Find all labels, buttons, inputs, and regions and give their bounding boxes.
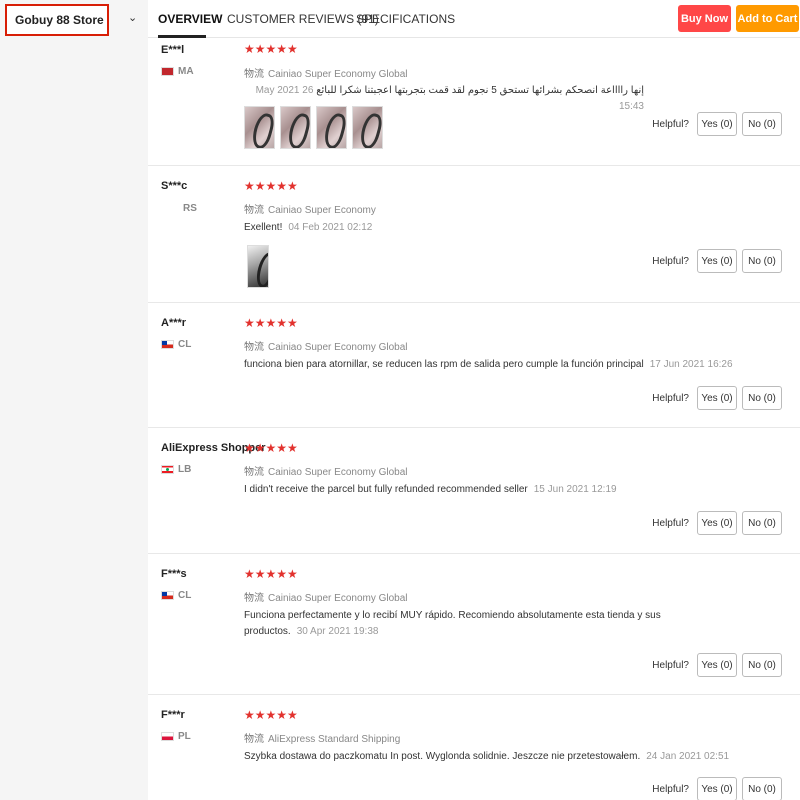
star-rating: ★★★★★: [244, 441, 298, 455]
flag-rs-icon: [161, 204, 179, 213]
review-text: funciona bien para atornillar, se reduce…: [244, 359, 733, 370]
logistics-info: 物流 Cainiao Super Economy Global: [244, 342, 408, 353]
review-text: I didn't receive the parcel but fully re…: [244, 484, 617, 495]
product-tabs-bar: OVERVIEW CUSTOMER REVIEWS (91) SPECIFICA…: [148, 0, 800, 38]
review-text: Szybka dostawa do paczkomatu In post. Wy…: [244, 751, 730, 762]
reviewer-country: RS: [161, 203, 197, 214]
helpful-yes-button[interactable]: Yes (0): [697, 653, 737, 677]
buy-now-button[interactable]: Buy Now: [678, 5, 731, 32]
reviewer-name: F***s: [161, 568, 187, 580]
helpful-label: Helpful?: [652, 783, 689, 795]
helpful-controls: Helpful? Yes (0) No (0): [652, 777, 782, 800]
store-sidebar: Gobuy 88 Store ⌄: [0, 0, 148, 800]
helpful-no-button[interactable]: No (0): [742, 653, 782, 677]
helpful-controls: Helpful? Yes (0) No (0): [652, 653, 782, 677]
reviewer-name: E***l: [161, 44, 185, 56]
helpful-yes-button[interactable]: Yes (0): [697, 386, 737, 410]
review-item: S***c RS ★★★★★ 物流 Cainiao Super Economy E…: [148, 166, 800, 303]
reviewer-country: LB: [161, 464, 191, 475]
logistics-info: 物流 Cainiao Super Economy: [244, 205, 376, 216]
review-photo[interactable]: [352, 106, 383, 149]
helpful-controls: Helpful? Yes (0) No (0): [652, 249, 782, 273]
reviewer-name: F***r: [161, 709, 185, 721]
helpful-yes-button[interactable]: Yes (0): [697, 511, 737, 535]
helpful-no-button[interactable]: No (0): [742, 249, 782, 273]
star-rating: ★★★★★: [244, 316, 298, 330]
flag-lb-icon: [161, 465, 174, 474]
flag-cl-icon: [161, 591, 174, 600]
flag-ma-icon: [161, 67, 174, 76]
star-rating: ★★★★★: [244, 42, 298, 56]
review-photo[interactable]: [316, 106, 347, 149]
helpful-no-button[interactable]: No (0): [742, 112, 782, 136]
helpful-controls: Helpful? Yes (0) No (0): [652, 511, 782, 535]
helpful-label: Helpful?: [652, 255, 689, 267]
logistics-info: 物流 AliExpress Standard Shipping: [244, 734, 401, 745]
flag-cl-icon: [161, 340, 174, 349]
star-rating: ★★★★★: [244, 567, 298, 581]
helpful-label: Helpful?: [652, 517, 689, 529]
tab-specifications[interactable]: SPECIFICATIONS: [356, 12, 455, 26]
review-item: F***r PL ★★★★★ 物流 AliExpress Standard Shi…: [148, 695, 800, 800]
helpful-no-button[interactable]: No (0): [742, 511, 782, 535]
review-item: F***s CL ★★★★★ 物流 Cainiao Super Economy G…: [148, 554, 800, 695]
review-photo[interactable]: [280, 106, 311, 149]
helpful-label: Helpful?: [652, 659, 689, 671]
store-name: Gobuy 88 Store: [15, 13, 104, 27]
helpful-yes-button[interactable]: Yes (0): [697, 249, 737, 273]
review-item: E***l MA ★★★★★ 物流 Cainiao Super Economy G…: [148, 38, 800, 166]
review-photo[interactable]: [244, 106, 275, 149]
reviewer-country: CL: [161, 590, 191, 601]
review-photos: [247, 245, 269, 288]
logistics-info: 物流 Cainiao Super Economy Global: [244, 467, 408, 478]
helpful-controls: Helpful? Yes (0) No (0): [652, 386, 782, 410]
logistics-info: 物流 Cainiao Super Economy Global: [244, 593, 408, 604]
flag-pl-icon: [161, 732, 174, 741]
reviewer-country: MA: [161, 66, 194, 77]
helpful-no-button[interactable]: No (0): [742, 386, 782, 410]
review-photo[interactable]: [247, 245, 269, 288]
reviewer-country: PL: [161, 731, 191, 742]
reviews-list: E***l MA ★★★★★ 物流 Cainiao Super Economy G…: [148, 38, 800, 800]
chevron-down-icon[interactable]: ⌄: [128, 11, 137, 24]
review-photos: [244, 106, 383, 149]
tab-overview[interactable]: OVERVIEW: [158, 12, 222, 26]
helpful-label: Helpful?: [652, 392, 689, 404]
helpful-label: Helpful?: [652, 118, 689, 130]
helpful-yes-button[interactable]: Yes (0): [697, 112, 737, 136]
review-item: A***r CL ★★★★★ 物流 Cainiao Super Economy G…: [148, 303, 800, 428]
reviewer-country: CL: [161, 339, 191, 350]
add-to-cart-button[interactable]: Add to Cart: [736, 5, 799, 32]
review-text: Funciona perfectamente y lo recibí MUY r…: [244, 610, 661, 637]
store-selector[interactable]: Gobuy 88 Store: [5, 4, 109, 36]
reviewer-name: A***r: [161, 317, 187, 329]
helpful-yes-button[interactable]: Yes (0): [697, 777, 737, 800]
star-rating: ★★★★★: [244, 179, 298, 193]
reviewer-name: S***c: [161, 180, 188, 192]
star-rating: ★★★★★: [244, 708, 298, 722]
review-text: Exellent! 04 Feb 2021 02:12: [244, 222, 373, 233]
review-item: AliExpress Shopper LB ★★★★★ 物流 Cainiao Su…: [148, 428, 800, 554]
helpful-controls: Helpful? Yes (0) No (0): [652, 112, 782, 136]
logistics-info: 物流 Cainiao Super Economy Global: [244, 69, 408, 80]
helpful-no-button[interactable]: No (0): [742, 777, 782, 800]
